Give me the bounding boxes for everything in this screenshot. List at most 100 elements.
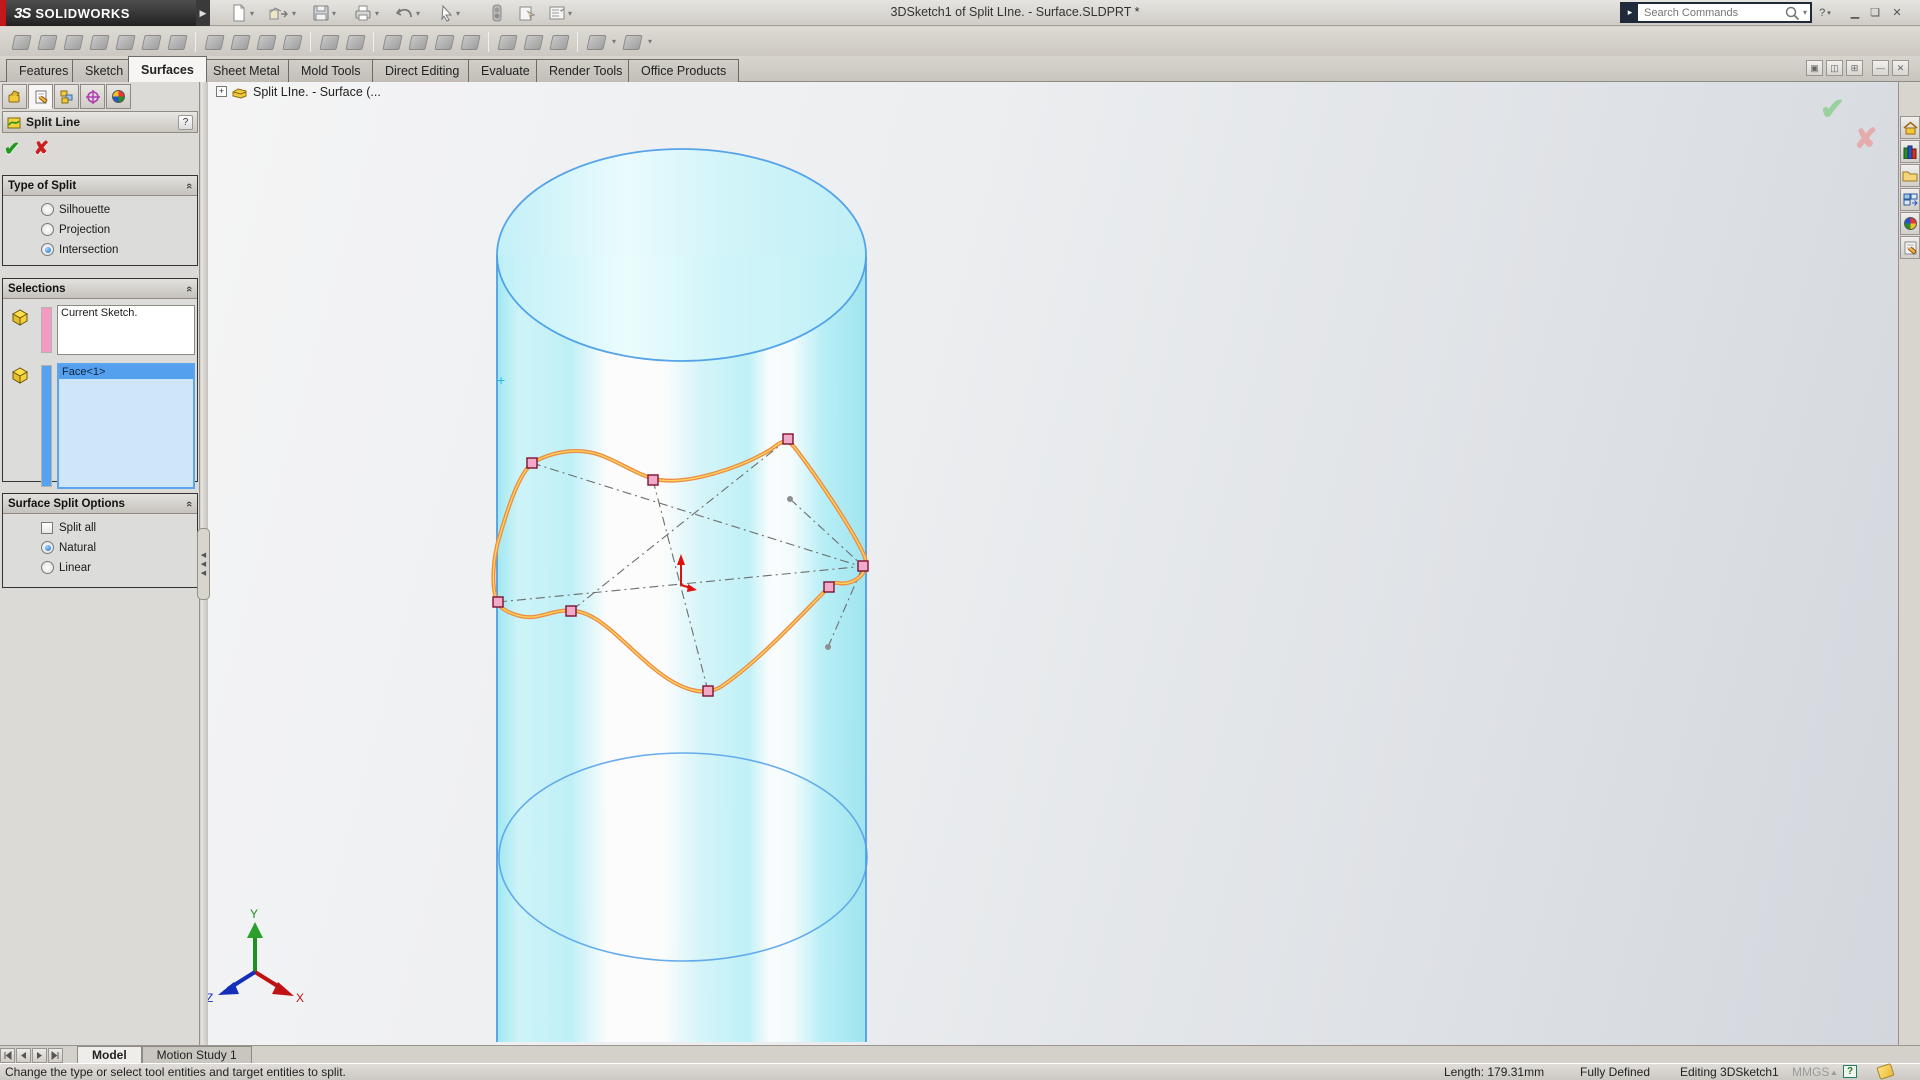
new-dropdown-caret[interactable]: ▾ — [250, 9, 254, 18]
surface-tool-icon[interactable] — [459, 32, 481, 52]
tab-office-products[interactable]: Office Products — [628, 59, 739, 82]
cylinder-top-face[interactable] — [497, 149, 866, 361]
selections-header[interactable]: Selections« — [3, 279, 197, 299]
units-caret-icon[interactable]: ▲ — [1830, 1068, 1838, 1077]
surface-tool-icon[interactable] — [433, 32, 455, 52]
radio-circle[interactable] — [41, 203, 54, 216]
type-of-split-header[interactable]: Type of Split« — [3, 176, 197, 196]
surface-tool-icon[interactable] — [114, 32, 136, 52]
display-manager-tab[interactable] — [106, 84, 131, 109]
surface-tool-icon[interactable] — [318, 32, 340, 52]
split-all-checkbox[interactable] — [41, 522, 53, 534]
tab-scroll-last-button[interactable] — [48, 1048, 63, 1063]
surface-tool-icon[interactable] — [381, 32, 403, 52]
dimxpert-manager-tab[interactable] — [80, 84, 105, 109]
new-document-button[interactable] — [228, 3, 250, 23]
confirm-cancel-watermark[interactable]: ✘ — [1854, 122, 1877, 155]
help-icon[interactable]: ? — [178, 115, 193, 130]
surface-tool-icon[interactable] — [407, 32, 429, 52]
view-palette-icon[interactable] — [1900, 188, 1920, 211]
radio-silhouette[interactable]: Silhouette — [41, 203, 197, 216]
model-canvas[interactable]: + — [208, 82, 1898, 1045]
undo-button[interactable] — [394, 3, 416, 23]
face-selection-box[interactable]: Face<1> — [57, 363, 195, 489]
surface-tool-icon[interactable] — [62, 32, 84, 52]
tool-dropdown-caret[interactable]: ▾ — [612, 37, 616, 46]
tab-mold-tools[interactable]: Mold Tools — [288, 59, 374, 82]
tab-direct-editing[interactable]: Direct Editing — [372, 59, 472, 82]
open-button[interactable] — [268, 3, 290, 23]
search-commands-box[interactable]: ▸ ▾ — [1620, 2, 1812, 23]
surface-tool-icon[interactable] — [621, 32, 643, 52]
search-icon[interactable] — [1784, 5, 1800, 21]
surface-tool-icon[interactable] — [166, 32, 188, 52]
search-scope-icon[interactable]: ▸ — [1622, 4, 1638, 21]
surface-tool-icon[interactable] — [229, 32, 251, 52]
options-button[interactable] — [546, 3, 568, 23]
status-help-icon[interactable]: ? — [1843, 1065, 1857, 1078]
search-dropdown-caret[interactable]: ▾ — [1803, 8, 1807, 17]
menu-expander-arrow[interactable]: ▶ — [196, 0, 210, 26]
tab-features[interactable]: Features — [6, 59, 81, 82]
tab-scroll-prev-button[interactable] — [16, 1048, 31, 1063]
surface-tool-icon[interactable] — [255, 32, 277, 52]
viewport-two-view-button[interactable]: ◫ — [1826, 60, 1843, 76]
tab-render-tools[interactable]: Render Tools — [536, 59, 635, 82]
confirm-ok-watermark[interactable]: ✔ — [1820, 92, 1845, 127]
file-explorer-icon[interactable] — [1900, 164, 1920, 187]
surface-tool-icon[interactable] — [585, 32, 607, 52]
property-manager-tab[interactable] — [28, 84, 53, 109]
options-dropdown-caret[interactable]: ▾ — [568, 9, 572, 18]
radio-natural[interactable]: Natural — [41, 541, 197, 554]
search-input[interactable] — [1642, 6, 1784, 20]
surface-tool-icon[interactable] — [344, 32, 366, 52]
collapse-commandmanager-button[interactable]: — — [1872, 60, 1889, 76]
radio-circle-selected[interactable] — [41, 541, 54, 554]
surface-tool-icon[interactable] — [548, 32, 570, 52]
cancel-button[interactable]: ✘ — [34, 138, 49, 161]
sketch-selection-box[interactable]: Current Sketch. — [57, 305, 195, 355]
select-cursor-button[interactable] — [436, 3, 458, 23]
custom-properties-icon[interactable] — [1900, 236, 1920, 259]
radio-circle[interactable] — [41, 223, 54, 236]
radio-circle[interactable] — [41, 561, 54, 574]
model-tab[interactable]: Model — [77, 1046, 142, 1063]
surface-tool-icon[interactable] — [203, 32, 225, 52]
restore-button[interactable]: ❏ — [1866, 4, 1884, 21]
open-dropdown-caret[interactable]: ▾ — [292, 9, 296, 18]
radio-circle-selected[interactable] — [41, 243, 54, 256]
ok-button[interactable]: ✔ — [4, 138, 20, 161]
design-library-icon[interactable] — [1900, 140, 1920, 163]
tab-scroll-first-button[interactable] — [0, 1048, 15, 1063]
tab-sketch[interactable]: Sketch — [72, 59, 136, 82]
tab-sheet-metal[interactable]: Sheet Metal — [200, 59, 293, 82]
split-all-checkbox-row[interactable]: Split all — [41, 522, 197, 534]
surface-tool-icon[interactable] — [10, 32, 32, 52]
close-button[interactable]: ✕ — [1888, 4, 1906, 21]
tool-dropdown-caret[interactable]: ▾ — [648, 37, 652, 46]
spline-handle-dot[interactable] — [787, 496, 793, 502]
status-tag-icon[interactable] — [1876, 1063, 1894, 1080]
configuration-manager-tab[interactable] — [54, 84, 79, 109]
save-dropdown-caret[interactable]: ▾ — [332, 9, 336, 18]
motion-study-tab[interactable]: Motion Study 1 — [142, 1046, 252, 1063]
viewport-four-view-button[interactable]: ⊞ — [1846, 60, 1863, 76]
surface-tool-icon[interactable] — [140, 32, 162, 52]
radio-projection[interactable]: Projection — [41, 223, 197, 236]
undo-dropdown-caret[interactable]: ▾ — [416, 9, 420, 18]
help-button[interactable]: ?▾ — [1816, 4, 1834, 21]
surface-tool-icon[interactable] — [281, 32, 303, 52]
viewport-single-view-button[interactable]: ▣ — [1806, 60, 1823, 76]
radio-linear[interactable]: Linear — [41, 561, 197, 574]
face-selection-item[interactable]: Face<1> — [59, 365, 193, 379]
appearances-scenes-icon[interactable] — [1900, 212, 1920, 235]
status-units[interactable]: MMGS — [1792, 1065, 1829, 1079]
file-properties-button[interactable] — [516, 3, 538, 23]
tab-scroll-next-button[interactable] — [32, 1048, 47, 1063]
spline-handle-dot[interactable] — [825, 644, 831, 650]
solidworks-resources-icon[interactable] — [1900, 116, 1920, 139]
tab-surfaces[interactable]: Surfaces — [128, 56, 207, 82]
feature-manager-tab[interactable] — [2, 84, 27, 109]
rebuild-button[interactable] — [486, 3, 508, 23]
save-button[interactable] — [310, 3, 332, 23]
